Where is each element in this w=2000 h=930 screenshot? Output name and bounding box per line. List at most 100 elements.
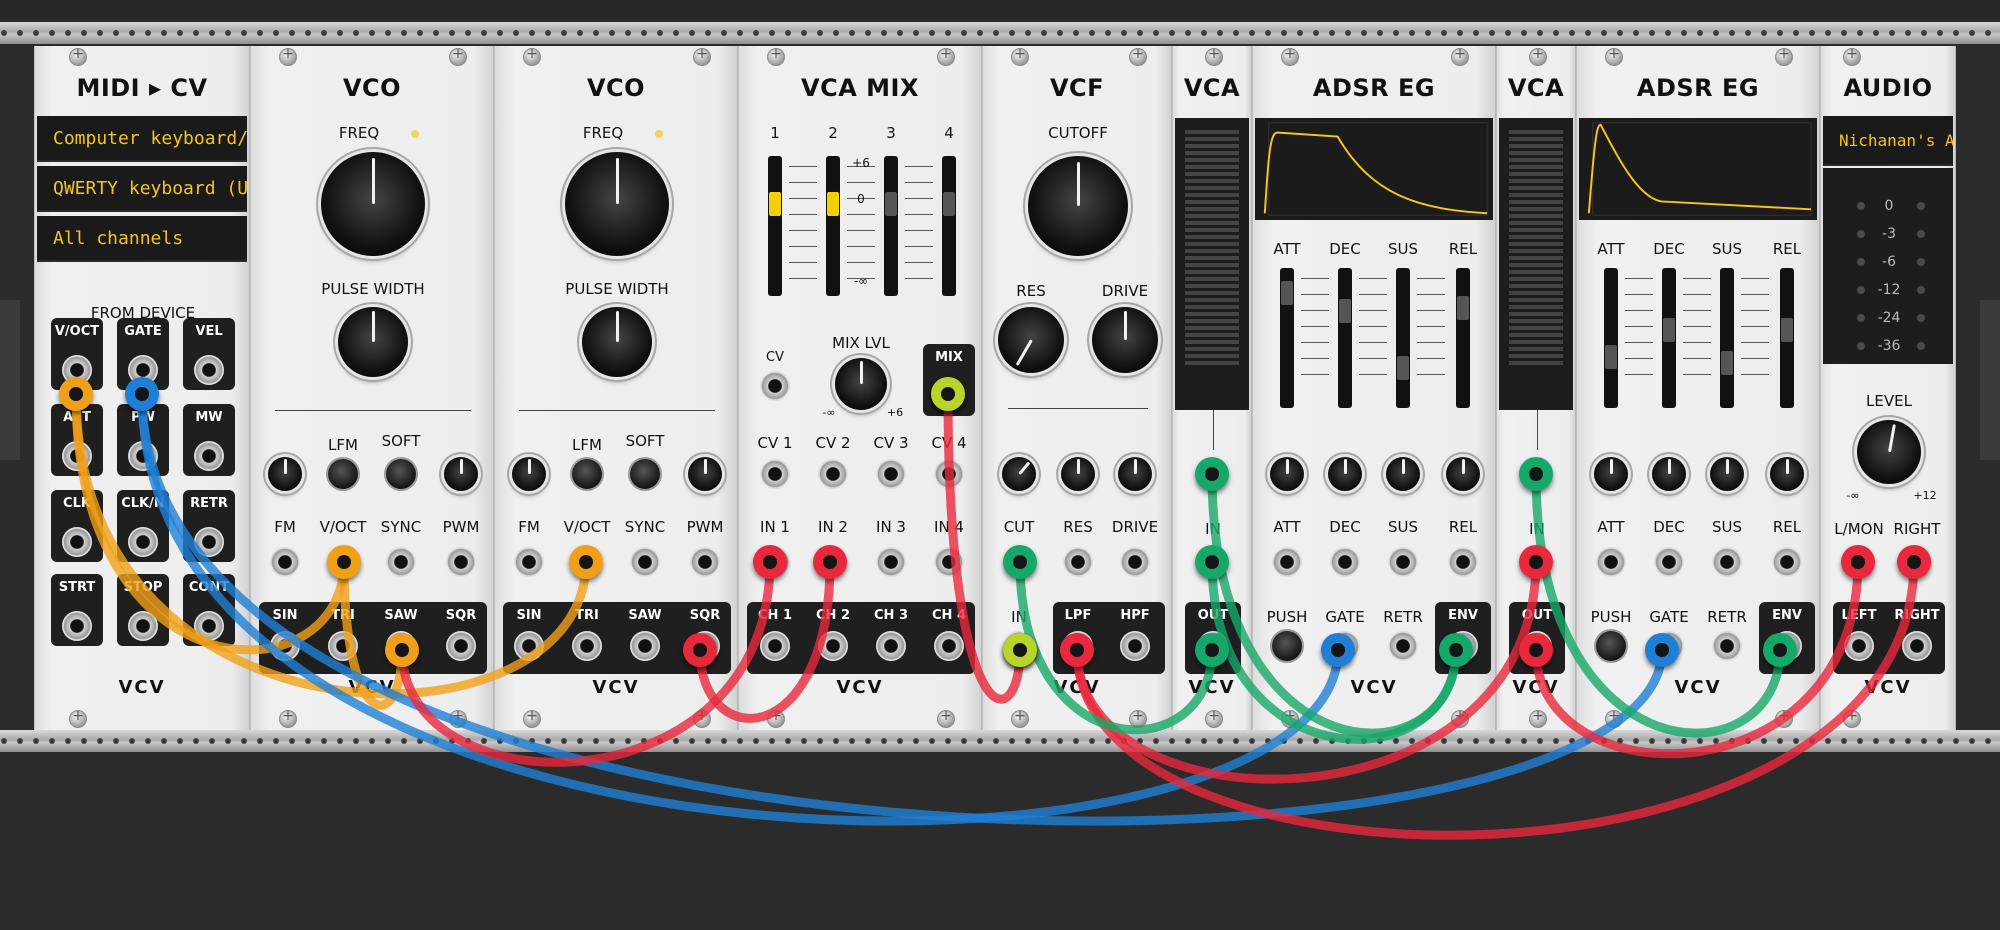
midi-driver-select[interactable]: Computer keyboard/mouse (37, 116, 247, 162)
res-cv-knob[interactable] (1061, 457, 1095, 491)
soft-button[interactable] (386, 459, 416, 489)
sus-slider[interactable] (1396, 268, 1410, 408)
cable-plug-green[interactable] (1195, 545, 1229, 579)
cv3-jack[interactable] (876, 459, 906, 489)
midi-channel-select[interactable]: All channels (37, 216, 247, 262)
cable-plug-green[interactable] (1519, 457, 1553, 491)
cable-plug-blue[interactable] (1645, 633, 1679, 667)
vco-sin-jack[interactable] (514, 631, 544, 661)
cable-plug-yellow[interactable] (59, 377, 93, 411)
vcf-res-cv-jack[interactable] (1063, 547, 1093, 577)
att-slider[interactable] (1604, 268, 1618, 408)
lfm-button[interactable] (328, 459, 358, 489)
vco-fm-jack[interactable] (270, 547, 300, 577)
rel-slider[interactable] (1780, 268, 1794, 408)
cable-plug-red[interactable] (1841, 545, 1875, 579)
att-cv-knob[interactable] (1594, 457, 1628, 491)
cable-plug-red[interactable] (683, 633, 717, 667)
midi-clk-jack[interactable] (62, 527, 92, 557)
sus-cv-jack[interactable] (1388, 547, 1418, 577)
vco-pwm-jack[interactable] (690, 547, 720, 577)
att-slider[interactable] (1280, 268, 1294, 408)
drive-knob[interactable] (1092, 307, 1158, 373)
rel-cv-knob[interactable] (1770, 457, 1804, 491)
cable-plug-green[interactable] (1763, 633, 1797, 667)
midi-device-select[interactable]: QWERTY keyboard (US) (37, 166, 247, 212)
mix-cv-jack[interactable] (760, 371, 790, 401)
midi-stop-jack[interactable] (128, 611, 158, 641)
cable-plug-red[interactable] (1519, 545, 1553, 579)
cable-plug-yellow[interactable] (385, 633, 419, 667)
module-adsr-1[interactable]: ADSR EG ATT ATT DEC DEC SUS SUS REL REL PUSH GATE R… (1252, 46, 1496, 730)
level-slider-2[interactable] (826, 156, 840, 296)
audio-device-select[interactable]: Nichanan's AirPods (1823, 116, 1953, 166)
dec-slider[interactable] (1662, 268, 1676, 408)
midi-pw-jack[interactable] (128, 441, 158, 471)
cable-plug-green[interactable] (1195, 457, 1229, 491)
cable-plug-yellow[interactable] (327, 545, 361, 579)
ch1-jack[interactable] (760, 631, 790, 661)
level-knob[interactable] (1857, 420, 1921, 484)
level-slider-1[interactable] (768, 156, 782, 296)
pulse-width-knob[interactable] (338, 307, 408, 377)
resonance-knob[interactable] (998, 307, 1064, 373)
retr-jack[interactable] (1712, 631, 1742, 661)
vco-tri-jack[interactable] (572, 631, 602, 661)
sus-cv-jack[interactable] (1712, 547, 1742, 577)
pwm-knob[interactable] (688, 457, 722, 491)
fm-knob[interactable] (268, 457, 302, 491)
pulse-width-knob[interactable] (582, 307, 652, 377)
sus-cv-knob[interactable] (1710, 457, 1744, 491)
cable-plug-blue[interactable] (125, 377, 159, 411)
module-vca-1[interactable]: VCA IN OUT VCV (1172, 46, 1252, 730)
pwm-knob[interactable] (444, 457, 478, 491)
vco-sync-jack[interactable] (630, 547, 660, 577)
fm-knob[interactable] (512, 457, 546, 491)
sus-cv-knob[interactable] (1386, 457, 1420, 491)
cable-plug-blue[interactable] (1321, 633, 1355, 667)
audio-out-right-jack[interactable] (1902, 631, 1932, 661)
vcf-hpf-jack[interactable] (1120, 631, 1150, 661)
in4-jack[interactable] (934, 547, 964, 577)
midi-aft-jack[interactable] (62, 441, 92, 471)
att-cv-knob[interactable] (1270, 457, 1304, 491)
cable-plug-green[interactable] (1195, 633, 1229, 667)
vco-tri-jack[interactable] (328, 631, 358, 661)
midi-vel-jack[interactable] (194, 355, 224, 385)
cable-plug-lime[interactable] (1003, 633, 1037, 667)
vco-fm-jack[interactable] (514, 547, 544, 577)
module-vcf[interactable]: VCF CUTOFF RES DRIVE CUT RES DRIVE IN LPF HPF… (982, 46, 1172, 730)
soft-button[interactable] (630, 459, 660, 489)
cable-plug-green[interactable] (1003, 545, 1037, 579)
push-button[interactable] (1596, 631, 1626, 661)
midi-cont-jack[interactable] (194, 611, 224, 641)
sus-slider[interactable] (1720, 268, 1734, 408)
audio-out-left-jack[interactable] (1844, 631, 1874, 661)
midi-retr-jack[interactable] (194, 527, 224, 557)
dec-cv-knob[interactable] (1652, 457, 1686, 491)
freq-knob[interactable] (565, 152, 669, 256)
module-vco-1[interactable]: VCO FREQ PULSE WIDTH LFM SOFT FM V/OCT SYNC PWM S… (250, 46, 494, 730)
ch2-jack[interactable] (818, 631, 848, 661)
level-slider-4[interactable] (942, 156, 956, 296)
in3-jack[interactable] (876, 547, 906, 577)
rel-cv-knob[interactable] (1446, 457, 1480, 491)
module-audio[interactable]: AUDIO Nichanan's AirPods 0-3-6-12-24-36 … (1820, 46, 1956, 730)
retr-jack[interactable] (1388, 631, 1418, 661)
cutoff-knob[interactable] (1028, 156, 1128, 256)
dec-cv-knob[interactable] (1328, 457, 1362, 491)
cutoff-cv-knob[interactable] (1002, 457, 1036, 491)
vco-sqr-jack[interactable] (446, 631, 476, 661)
cable-plug-red[interactable] (753, 545, 787, 579)
freq-knob[interactable] (321, 152, 425, 256)
midi-strt-jack[interactable] (62, 611, 92, 641)
rel-cv-jack[interactable] (1448, 547, 1478, 577)
midi-mw-jack[interactable] (194, 441, 224, 471)
cable-plug-red[interactable] (1060, 633, 1094, 667)
cable-plug-yellow[interactable] (569, 545, 603, 579)
module-vco-2[interactable]: VCO FREQ PULSE WIDTH LFM SOFT FM V/OCT SYNC PWM S… (494, 46, 738, 730)
vco-sin-jack[interactable] (270, 631, 300, 661)
dec-cv-jack[interactable] (1654, 547, 1684, 577)
ch4-jack[interactable] (934, 631, 964, 661)
level-slider-3[interactable] (884, 156, 898, 296)
